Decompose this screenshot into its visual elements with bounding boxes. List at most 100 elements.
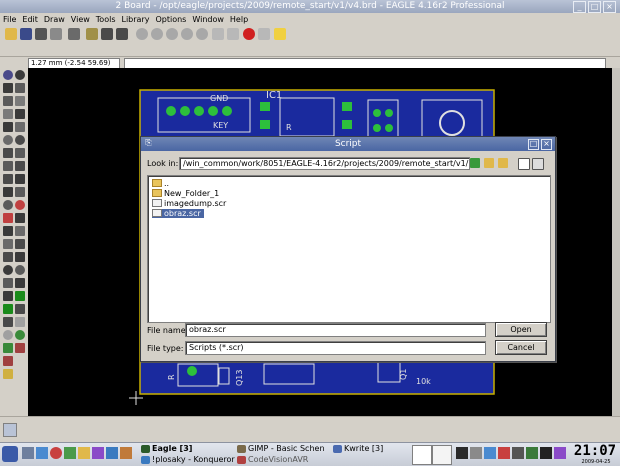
status-icon[interactable] xyxy=(3,423,17,437)
tool-icon[interactable] xyxy=(3,161,13,171)
task-gimp[interactable]: GIMP - Basic Schen xyxy=(236,444,342,454)
tool-icon[interactable] xyxy=(3,226,13,236)
back-icon[interactable] xyxy=(470,158,480,168)
pager-desktop-1[interactable] xyxy=(412,445,432,465)
list-item[interactable]: .. xyxy=(152,179,169,188)
tool-icon[interactable] xyxy=(15,343,25,353)
ulp-icon[interactable] xyxy=(86,28,98,40)
tool-icon[interactable] xyxy=(3,304,13,314)
tray-icon[interactable] xyxy=(526,447,538,459)
menu-tools[interactable]: Tools xyxy=(93,13,119,26)
tool-icon[interactable] xyxy=(15,200,25,210)
tool-icon[interactable] xyxy=(3,291,13,301)
launcher-icon[interactable] xyxy=(22,447,34,459)
cancel-button[interactable]: Cancel xyxy=(495,340,547,355)
new-folder-icon[interactable] xyxy=(498,158,508,168)
pager-desktop-2[interactable] xyxy=(432,445,452,465)
board-icon[interactable] xyxy=(101,28,113,40)
menu-view[interactable]: View xyxy=(68,13,93,26)
task-konqueror[interactable]: !plosaky - Konqueror xyxy=(140,455,244,465)
tool-icon[interactable] xyxy=(3,135,13,145)
tool-icon[interactable] xyxy=(3,317,13,327)
zoom-in-icon[interactable] xyxy=(151,28,163,40)
tool-icon[interactable] xyxy=(3,122,13,132)
tool-icon[interactable] xyxy=(3,213,13,223)
tool-icon[interactable] xyxy=(3,265,13,275)
script-icon[interactable] xyxy=(68,28,80,40)
tray-icon[interactable] xyxy=(484,447,496,459)
tool-icon[interactable] xyxy=(15,330,25,340)
task-eagle[interactable]: Eagle [3] xyxy=(140,444,240,454)
dialog-menu-icon[interactable]: ⎘ xyxy=(144,139,153,148)
tray-icon[interactable] xyxy=(512,447,524,459)
menu-edit[interactable]: Edit xyxy=(19,13,41,26)
stop-icon[interactable] xyxy=(243,28,255,40)
minimize-icon[interactable]: _ xyxy=(573,1,586,13)
tool-icon[interactable] xyxy=(15,70,25,80)
task-kwrite[interactable]: Kwrite [3] xyxy=(332,444,420,454)
launcher-icon[interactable] xyxy=(50,447,62,459)
tool-icon[interactable] xyxy=(15,109,25,119)
launcher-icon[interactable] xyxy=(106,447,118,459)
schematic-icon[interactable] xyxy=(116,28,128,40)
tool-icon[interactable] xyxy=(15,187,25,197)
tool-icon[interactable] xyxy=(3,174,13,184)
maximize-icon[interactable]: □ xyxy=(588,1,601,13)
vertical-scrollbar[interactable] xyxy=(612,68,620,416)
menu-help[interactable]: Help xyxy=(227,13,251,26)
menu-library[interactable]: Library xyxy=(119,13,153,26)
tool-icon[interactable] xyxy=(3,278,13,288)
tool-icon[interactable] xyxy=(3,83,13,93)
parent-folder-icon[interactable] xyxy=(484,158,494,168)
tool-icon[interactable] xyxy=(3,187,13,197)
redo-icon[interactable] xyxy=(227,28,239,40)
launcher-icon[interactable] xyxy=(64,447,76,459)
zoom-select-icon[interactable] xyxy=(196,28,208,40)
undo-icon[interactable] xyxy=(212,28,224,40)
tray-icon[interactable] xyxy=(498,447,510,459)
tool-icon[interactable] xyxy=(15,213,25,223)
help-icon[interactable] xyxy=(274,28,286,40)
tool-icon[interactable] xyxy=(15,226,25,236)
tool-icon[interactable] xyxy=(3,70,13,80)
menu-file[interactable]: File xyxy=(0,13,19,26)
list-item[interactable]: imagedump.scr xyxy=(152,199,226,208)
tray-icon[interactable] xyxy=(456,447,468,459)
launcher-icon[interactable] xyxy=(120,447,132,459)
tool-icon[interactable] xyxy=(3,369,13,379)
list-view-icon[interactable] xyxy=(518,158,530,170)
tool-icon[interactable] xyxy=(3,356,13,366)
tool-icon[interactable] xyxy=(15,135,25,145)
tool-icon[interactable] xyxy=(3,200,13,210)
detail-view-icon[interactable] xyxy=(532,158,544,170)
tool-icon[interactable] xyxy=(3,252,13,262)
tool-icon[interactable] xyxy=(15,317,25,327)
speaker-icon[interactable] xyxy=(540,447,552,459)
open-button[interactable]: Open xyxy=(495,322,547,337)
tool-icon[interactable] xyxy=(3,343,13,353)
go-icon[interactable] xyxy=(258,28,270,40)
close-icon[interactable]: × xyxy=(603,1,616,13)
list-item[interactable]: obraz.scr xyxy=(152,209,204,218)
dialog-close-icon[interactable]: × xyxy=(541,139,552,150)
menu-draw[interactable]: Draw xyxy=(41,13,68,26)
zoom-out-icon[interactable] xyxy=(166,28,178,40)
save-icon[interactable] xyxy=(20,28,32,40)
launcher-icon[interactable] xyxy=(78,447,90,459)
tool-icon[interactable] xyxy=(15,265,25,275)
tool-icon[interactable] xyxy=(15,252,25,262)
tool-icon[interactable] xyxy=(3,109,13,119)
menu-options[interactable]: Options xyxy=(152,13,189,26)
tool-icon[interactable] xyxy=(15,161,25,171)
clock-time[interactable]: 21:07 xyxy=(572,444,618,458)
tool-icon[interactable] xyxy=(15,148,25,158)
list-item[interactable]: New_Folder_1 xyxy=(152,189,219,198)
tool-icon[interactable] xyxy=(15,83,25,93)
file-list[interactable]: .. New_Folder_1 imagedump.scr obraz.scr xyxy=(147,175,551,323)
look-in-combo[interactable]: /win_common/work/8051/EAGLE-4.16r2/proje… xyxy=(179,157,470,170)
tool-icon[interactable] xyxy=(15,122,25,132)
launcher-icon[interactable] xyxy=(36,447,48,459)
tool-icon[interactable] xyxy=(3,239,13,249)
tray-icon[interactable] xyxy=(470,447,482,459)
tool-icon[interactable] xyxy=(15,239,25,249)
